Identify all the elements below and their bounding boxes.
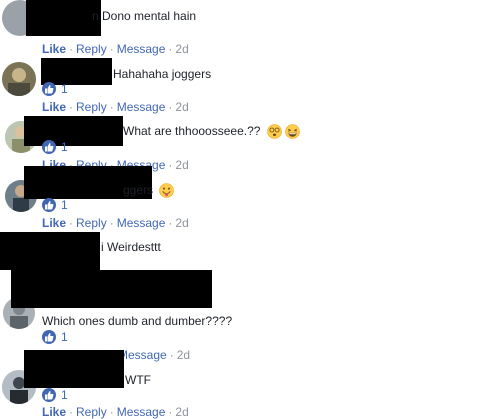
reply-link[interactable]: Reply	[76, 405, 107, 419]
reply-link[interactable]: Reply	[76, 100, 107, 114]
avatar[interactable]	[2, 62, 36, 96]
like-link[interactable]: Like	[42, 100, 66, 114]
timestamp[interactable]: 2d	[175, 42, 188, 56]
reaction-summary[interactable]: 1	[42, 330, 68, 344]
comment-actions: Like · Reply · Message · 2d	[42, 42, 189, 56]
reaction-count: 1	[61, 388, 68, 402]
message-link[interactable]: Message	[117, 42, 166, 56]
timestamp[interactable]: 2d	[175, 158, 188, 172]
like-link[interactable]: Like	[42, 42, 66, 56]
timestamp[interactable]: 2d	[175, 100, 188, 114]
reply-link[interactable]: Reply	[76, 216, 107, 230]
comment-text: i Weirdesttt	[101, 240, 161, 254]
message-link[interactable]: Message	[117, 405, 166, 419]
reaction-count: 1	[61, 330, 68, 344]
redacted-author	[24, 116, 123, 146]
like-link[interactable]: Like	[42, 405, 66, 419]
reply-link[interactable]: Reply	[76, 42, 107, 56]
reaction-summary[interactable]: 1	[42, 82, 68, 96]
comment-text: WTF	[125, 373, 151, 387]
dizzy-face-emoji	[266, 124, 282, 140]
reaction-summary[interactable]: 1	[42, 140, 68, 154]
reaction-count: 1	[61, 140, 68, 154]
laughing-emoji	[284, 124, 300, 140]
comment-text: Which ones dumb and dumber????	[42, 314, 233, 328]
redacted-author	[11, 270, 212, 308]
tongue-out-emoji	[159, 183, 175, 199]
comment-text: ggers	[123, 183, 175, 199]
thumbs-up-icon	[42, 198, 56, 212]
thumbs-up-icon	[42, 140, 56, 154]
redacted-author	[24, 350, 124, 388]
comment-actions: Like · Reply · Message · 2d	[42, 405, 189, 419]
timestamp[interactable]: 2d	[175, 405, 188, 419]
message-link[interactable]: Message	[117, 216, 166, 230]
reaction-count: 1	[61, 198, 68, 212]
thumbs-up-icon	[42, 82, 56, 96]
comment-actions: Like · Reply · Message · 2d	[42, 100, 189, 114]
comment-actions: Message · 2d	[118, 348, 191, 362]
comment-text: n Dono mental hain	[92, 9, 197, 23]
like-link[interactable]: Like	[42, 216, 66, 230]
message-link[interactable]: Message	[118, 348, 167, 362]
timestamp[interactable]: 2d	[177, 348, 190, 362]
timestamp[interactable]: 2d	[175, 216, 188, 230]
comment-text: Hahahaha joggers	[113, 67, 212, 81]
reaction-summary[interactable]: 1	[42, 198, 68, 212]
redacted-author	[0, 232, 100, 270]
comment-actions: Like · Reply · Message · 2d	[42, 216, 189, 230]
reaction-summary[interactable]: 1	[42, 388, 68, 402]
reaction-count: 1	[61, 82, 68, 96]
redacted-author	[41, 58, 112, 85]
redacted-author	[26, 0, 101, 36]
comment-text: What are thhooosseee.??	[123, 124, 300, 140]
message-link[interactable]: Message	[117, 100, 166, 114]
thumbs-up-icon	[42, 330, 56, 344]
avatar-photo	[2, 62, 36, 96]
thumbs-up-icon	[42, 388, 56, 402]
